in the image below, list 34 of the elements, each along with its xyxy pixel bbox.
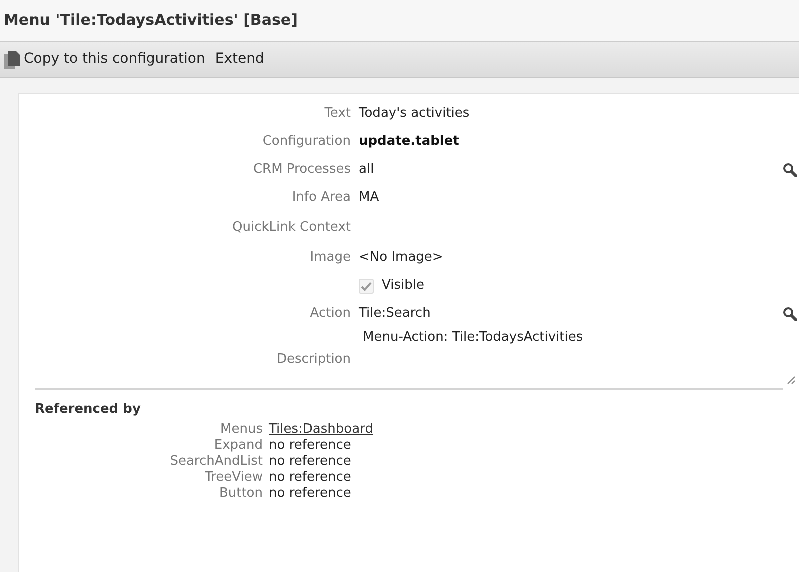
- field-label: CRM Processes: [253, 162, 351, 178]
- field-value: Today's activities: [359, 106, 470, 122]
- field-value: update.tablet: [359, 134, 460, 150]
- checkbox-label: Visible: [382, 277, 424, 296]
- field-label: Description: [276, 352, 351, 367]
- section-title: Referenced by: [35, 401, 142, 419]
- field-label: Configuration: [262, 134, 351, 150]
- field-label: Info Area: [292, 190, 351, 206]
- search-icon[interactable]: [783, 307, 797, 321]
- field-value[interactable]: Tile:Search: [359, 304, 431, 324]
- reference-value: no reference: [269, 455, 352, 468]
- toolbar-button[interactable]: Copy to this configuration: [4, 49, 206, 70]
- reference-label: Menus: [220, 422, 263, 437]
- reference-label: Expand: [214, 438, 263, 453]
- window-title: Menu 'Tile:TodaysActivities' [Base]: [4, 10, 298, 32]
- copy-icon: [4, 50, 20, 68]
- reference-link[interactable]: Tiles:Dashboard: [269, 423, 374, 436]
- field-label: Text: [324, 106, 351, 122]
- reference-value: no reference: [269, 471, 352, 484]
- field-label: Image: [310, 250, 351, 266]
- reference-label: TreeView: [205, 470, 263, 485]
- search-icon[interactable]: [783, 163, 797, 177]
- field-value[interactable]: all: [359, 160, 374, 180]
- field-value: <No Image>: [359, 250, 444, 266]
- reference-label: SearchAndList: [170, 454, 263, 469]
- reference-label: Button: [219, 486, 263, 501]
- reference-value: no reference: [269, 439, 352, 452]
- field-value: MA: [359, 190, 380, 206]
- toolbar-button[interactable]: Extend: [215, 49, 264, 70]
- description-field[interactable]: Menu-Action: Tile:TodaysActivities: [359, 328, 795, 384]
- reference-value: no reference: [269, 487, 352, 500]
- field-label: Action: [310, 306, 351, 322]
- resize-grip-icon[interactable]: [787, 376, 795, 384]
- field-label: QuickLink Context: [232, 220, 351, 236]
